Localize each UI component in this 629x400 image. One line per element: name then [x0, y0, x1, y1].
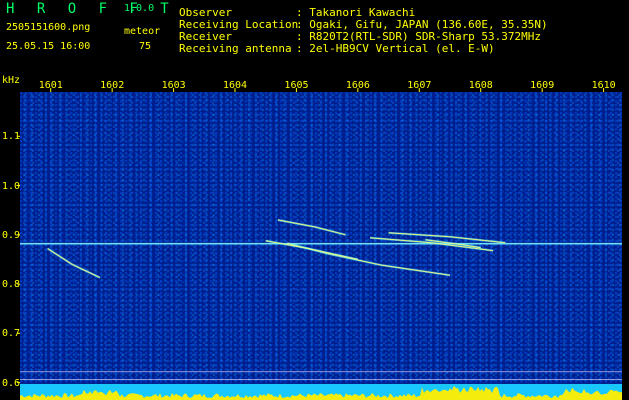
meteor-trace-core: [287, 242, 451, 276]
signal-level-bar: [20, 384, 622, 400]
signal-level-peaks: [20, 385, 622, 400]
signal-peaks: [20, 385, 622, 400]
meteor-trace: [286, 242, 451, 277]
spectrogram: [20, 92, 622, 385]
hrofft-window: H R O F F T 1.0.0 2505151600.png 25.05.1…: [0, 0, 629, 400]
meteor-trace: [47, 247, 101, 279]
spectrogram-overlay: [20, 218, 622, 380]
